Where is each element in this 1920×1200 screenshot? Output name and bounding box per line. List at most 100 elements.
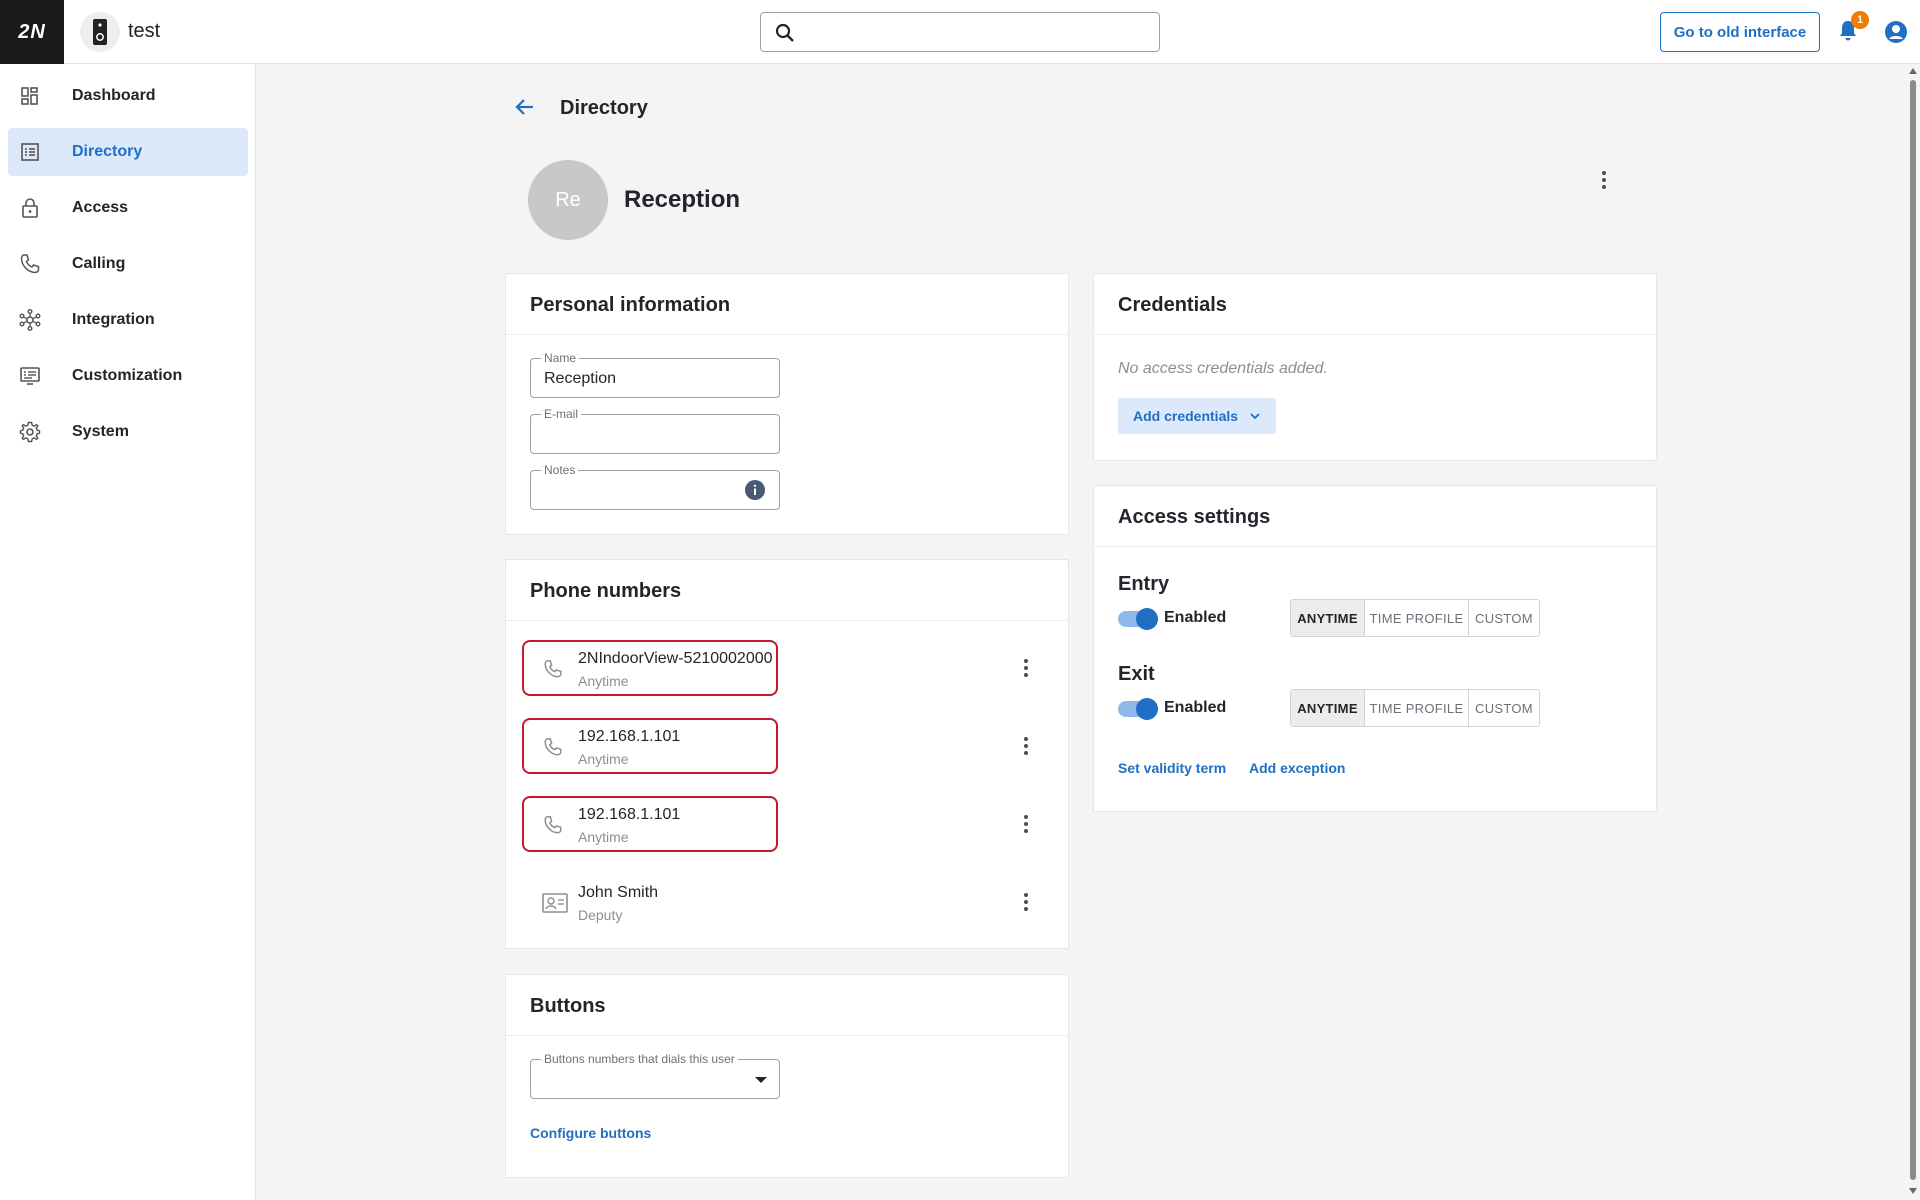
card-title: Phone numbers — [530, 580, 682, 602]
customization-icon — [20, 367, 40, 385]
divider — [1094, 546, 1656, 547]
search-icon — [775, 23, 794, 42]
more-vert-icon — [1024, 893, 1028, 911]
phone-numbers-card: Phone numbers 2NIndoorView-5210002000 An… — [505, 559, 1069, 949]
exit-mode-anytime[interactable]: ANYTIME — [1291, 690, 1365, 726]
exit-label: Exit — [1118, 663, 1155, 685]
user-account-icon[interactable] — [1884, 20, 1908, 44]
old-interface-button[interactable]: Go to old interface — [1660, 12, 1820, 52]
exit-mode-time-profile[interactable]: TIME PROFILE — [1365, 690, 1469, 726]
device-icon — [80, 12, 120, 52]
sidebar-item-label: Dashboard — [72, 87, 156, 104]
avatar: Re — [528, 160, 608, 240]
phone-more-button[interactable] — [1014, 812, 1038, 836]
top-bar: 2N test Go to old interface 1 — [0, 0, 1920, 64]
sidebar-item-label: System — [72, 423, 129, 440]
phone-schedule: Anytime — [578, 829, 629, 845]
exit-mode-custom[interactable]: CUSTOM — [1469, 690, 1539, 726]
scroll-up-icon[interactable] — [1909, 68, 1917, 74]
divider — [506, 1035, 1068, 1036]
sidebar-item-calling[interactable]: Calling — [8, 240, 248, 288]
divider — [506, 620, 1068, 621]
entry-mode-time-profile[interactable]: TIME PROFILE — [1365, 600, 1469, 636]
deputy-name: John Smith — [578, 884, 659, 901]
entry-mode-custom[interactable]: CUSTOM — [1469, 600, 1539, 636]
entry-label: Entry — [1118, 573, 1170, 595]
chevron-down-icon — [1250, 413, 1260, 420]
card-title: Buttons — [530, 995, 606, 1017]
add-credentials-button[interactable]: Add credentials — [1118, 398, 1276, 434]
list-item[interactable]: 192.168.1.101 Anytime — [522, 796, 1082, 856]
more-options-button[interactable] — [1592, 168, 1616, 192]
sidebar: Dashboard Directory Access Calling Integ… — [0, 64, 256, 1200]
scroll-down-icon[interactable] — [1909, 1188, 1917, 1194]
more-vert-icon — [1024, 659, 1028, 677]
gear-icon — [19, 421, 41, 443]
personal-info-card: Personal information Name Reception E-ma… — [505, 273, 1069, 535]
list-item[interactable]: John Smith Deputy — [522, 874, 1082, 934]
card-title: Credentials — [1118, 294, 1227, 316]
field-label: E-mail — [541, 407, 582, 421]
deputy-more-button[interactable] — [1014, 890, 1038, 914]
user-name: Reception — [624, 186, 741, 213]
list-item[interactable]: 192.168.1.101 Anytime — [522, 718, 1082, 778]
phone-more-button[interactable] — [1014, 656, 1038, 680]
contact-card-icon — [542, 893, 568, 913]
empty-credentials-text: No access credentials added. — [1118, 360, 1328, 377]
credentials-card: Credentials No access credentials added.… — [1093, 273, 1657, 461]
field-label: Buttons numbers that dials this user — [541, 1052, 738, 1066]
sidebar-item-system[interactable]: System — [8, 408, 248, 456]
toggle-knob — [1136, 698, 1158, 720]
entry-enabled-label: Enabled — [1164, 609, 1227, 626]
add-exception-link[interactable]: Add exception — [1249, 760, 1345, 776]
info-icon[interactable] — [745, 480, 765, 500]
back-arrow-icon[interactable] — [514, 96, 536, 118]
divider — [506, 334, 1068, 335]
sidebar-item-customization[interactable]: Customization — [8, 352, 248, 400]
sidebar-item-integration[interactable]: Integration — [8, 296, 248, 344]
toggle-knob — [1136, 608, 1158, 630]
phone-number: 2NIndoorView-5210002000 — [578, 650, 773, 667]
phone-schedule: Anytime — [578, 751, 629, 767]
phone-icon — [544, 660, 562, 678]
scrollbar[interactable] — [1906, 64, 1920, 1200]
phone-number: 192.168.1.101 — [578, 728, 681, 745]
more-vert-icon — [1602, 171, 1606, 189]
card-title: Access settings — [1118, 506, 1271, 528]
name-field[interactable]: Name Reception — [530, 351, 780, 398]
set-validity-term-link[interactable]: Set validity term — [1118, 760, 1226, 776]
buttons-card: Buttons Buttons numbers that dials this … — [505, 974, 1069, 1178]
page-title: Directory — [560, 97, 648, 119]
field-value: Reception — [544, 370, 617, 387]
sidebar-item-dashboard[interactable]: Dashboard — [8, 72, 248, 120]
phone-icon — [544, 738, 562, 756]
phone-icon — [544, 816, 562, 834]
entry-toggle[interactable] — [1118, 608, 1158, 630]
sidebar-item-directory[interactable]: Directory — [8, 128, 248, 176]
list-item[interactable]: 2NIndoorView-5210002000 Anytime — [522, 640, 1082, 700]
phone-number: 192.168.1.101 — [578, 806, 681, 823]
phone-more-button[interactable] — [1014, 734, 1038, 758]
exit-mode-selector: ANYTIME TIME PROFILE CUSTOM — [1290, 689, 1540, 727]
notes-field[interactable]: Notes — [530, 463, 780, 510]
scroll-thumb[interactable] — [1910, 80, 1916, 1180]
device-name[interactable]: test — [128, 20, 160, 43]
button-label: Add credentials — [1133, 408, 1239, 424]
sidebar-item-label: Directory — [72, 143, 143, 160]
dashboard-icon — [21, 87, 38, 105]
sidebar-item-label: Calling — [72, 255, 126, 272]
dropdown-arrow-icon — [755, 1077, 767, 1083]
phone-icon — [20, 254, 40, 274]
buttons-select[interactable]: Buttons numbers that dials this user — [530, 1052, 780, 1099]
sidebar-item-label: Integration — [72, 311, 155, 328]
sidebar-item-access[interactable]: Access — [8, 184, 248, 232]
brand-logo[interactable]: 2N — [0, 0, 64, 64]
deputy-role: Deputy — [578, 907, 623, 923]
more-vert-icon — [1024, 737, 1028, 755]
configure-buttons-link[interactable]: Configure buttons — [530, 1125, 651, 1141]
exit-toggle[interactable] — [1118, 698, 1158, 720]
entry-mode-anytime[interactable]: ANYTIME — [1291, 600, 1365, 636]
search-input[interactable] — [760, 12, 1160, 52]
email-field[interactable]: E-mail — [530, 407, 780, 454]
notification-badge: 1 — [1851, 11, 1869, 29]
